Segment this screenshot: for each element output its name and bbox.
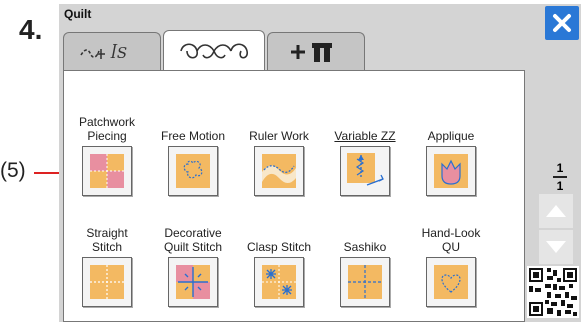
sashiko-button[interactable] (340, 257, 390, 307)
page-up-button[interactable] (539, 194, 573, 228)
item-label: Free Motion (160, 129, 226, 143)
triangle-down-icon (546, 241, 566, 253)
patchwork-piecing-icon (90, 154, 124, 188)
straight-stitch-icon (90, 265, 124, 299)
free-motion-icon (176, 154, 210, 188)
item-label: Ruler Work (249, 129, 309, 143)
svg-text:ꟾS: ꟾS (110, 44, 127, 62)
item-label: Clasp Stitch (246, 240, 312, 254)
item-label: Straight Stitch (86, 226, 128, 254)
page-total: 1 (556, 179, 564, 193)
item-sashiko: Sashiko (322, 226, 408, 307)
window-title: Quilt (64, 7, 92, 21)
variable-zz-button[interactable] (340, 146, 390, 196)
item-straight-stitch: Straight Stitch (64, 226, 150, 307)
tab-quilt-pattern[interactable] (163, 30, 265, 70)
close-button[interactable] (545, 6, 579, 40)
item-clasp-stitch: Clasp Stitch (236, 226, 322, 307)
quilt-tools-icon (291, 42, 332, 62)
applique-icon (434, 154, 468, 188)
straight-stitch-button[interactable] (82, 257, 132, 307)
decorative-quilt-stitch-icon (176, 265, 210, 299)
sashiko-icon (348, 265, 382, 299)
ruler-work-button[interactable] (254, 146, 304, 196)
tab-quilt-text[interactable]: ꟾS (63, 32, 161, 70)
decorative-quilt-stitch-button[interactable] (168, 257, 218, 307)
tab-quilt-tools[interactable] (267, 32, 365, 70)
quilt-pattern-icon (180, 42, 248, 59)
page-current: 1 (556, 161, 564, 175)
qr-code-icon (527, 266, 579, 318)
item-free-motion: Free Motion (150, 115, 236, 196)
item-decorative-quilt-stitch: Decorative Quilt Stitch (150, 226, 236, 307)
step-number: 4. (19, 14, 43, 45)
applique-button[interactable] (426, 146, 476, 196)
callout-label: (5) (0, 159, 26, 182)
item-applique: Applique (408, 115, 494, 196)
item-variable-zz: Variable ZZ (322, 115, 408, 196)
clasp-stitch-icon (262, 265, 296, 299)
free-motion-button[interactable] (168, 146, 218, 196)
stitch-category-grid: Patchwork Piecing Free Motion Ruler Work (63, 70, 525, 322)
ruler-work-icon (262, 154, 296, 188)
item-label: Patchwork Piecing (78, 115, 136, 143)
title-bar: Quilt (59, 4, 581, 24)
clasp-stitch-button[interactable] (254, 257, 304, 307)
hand-look-heart-icon (434, 265, 468, 299)
quilt-panel: Quilt ꟾS Patchwork Piecing Free Motion R… (59, 4, 581, 322)
item-hand-look-qu: Hand-Look QU (408, 226, 494, 307)
item-label: Hand-Look QU (421, 226, 481, 254)
page-down-button[interactable] (539, 230, 573, 264)
item-label: Decorative Quilt Stitch (163, 226, 223, 254)
hand-look-qu-button[interactable] (426, 257, 476, 307)
triangle-up-icon (546, 205, 566, 217)
item-label: Sashiko (343, 240, 387, 254)
quilt-text-icon: ꟾS (80, 44, 127, 62)
item-ruler-work: Ruler Work (236, 115, 322, 196)
page-indicator: 1 1 (545, 161, 575, 193)
item-label: Variable ZZ (334, 129, 396, 143)
close-icon (553, 14, 571, 32)
variable-zz-icon (347, 153, 384, 186)
item-patchwork-piecing: Patchwork Piecing (64, 115, 150, 196)
patchwork-piecing-button[interactable] (82, 146, 132, 196)
item-label: Applique (427, 129, 475, 143)
page-divider (553, 176, 567, 178)
qr-code[interactable] (527, 266, 579, 318)
